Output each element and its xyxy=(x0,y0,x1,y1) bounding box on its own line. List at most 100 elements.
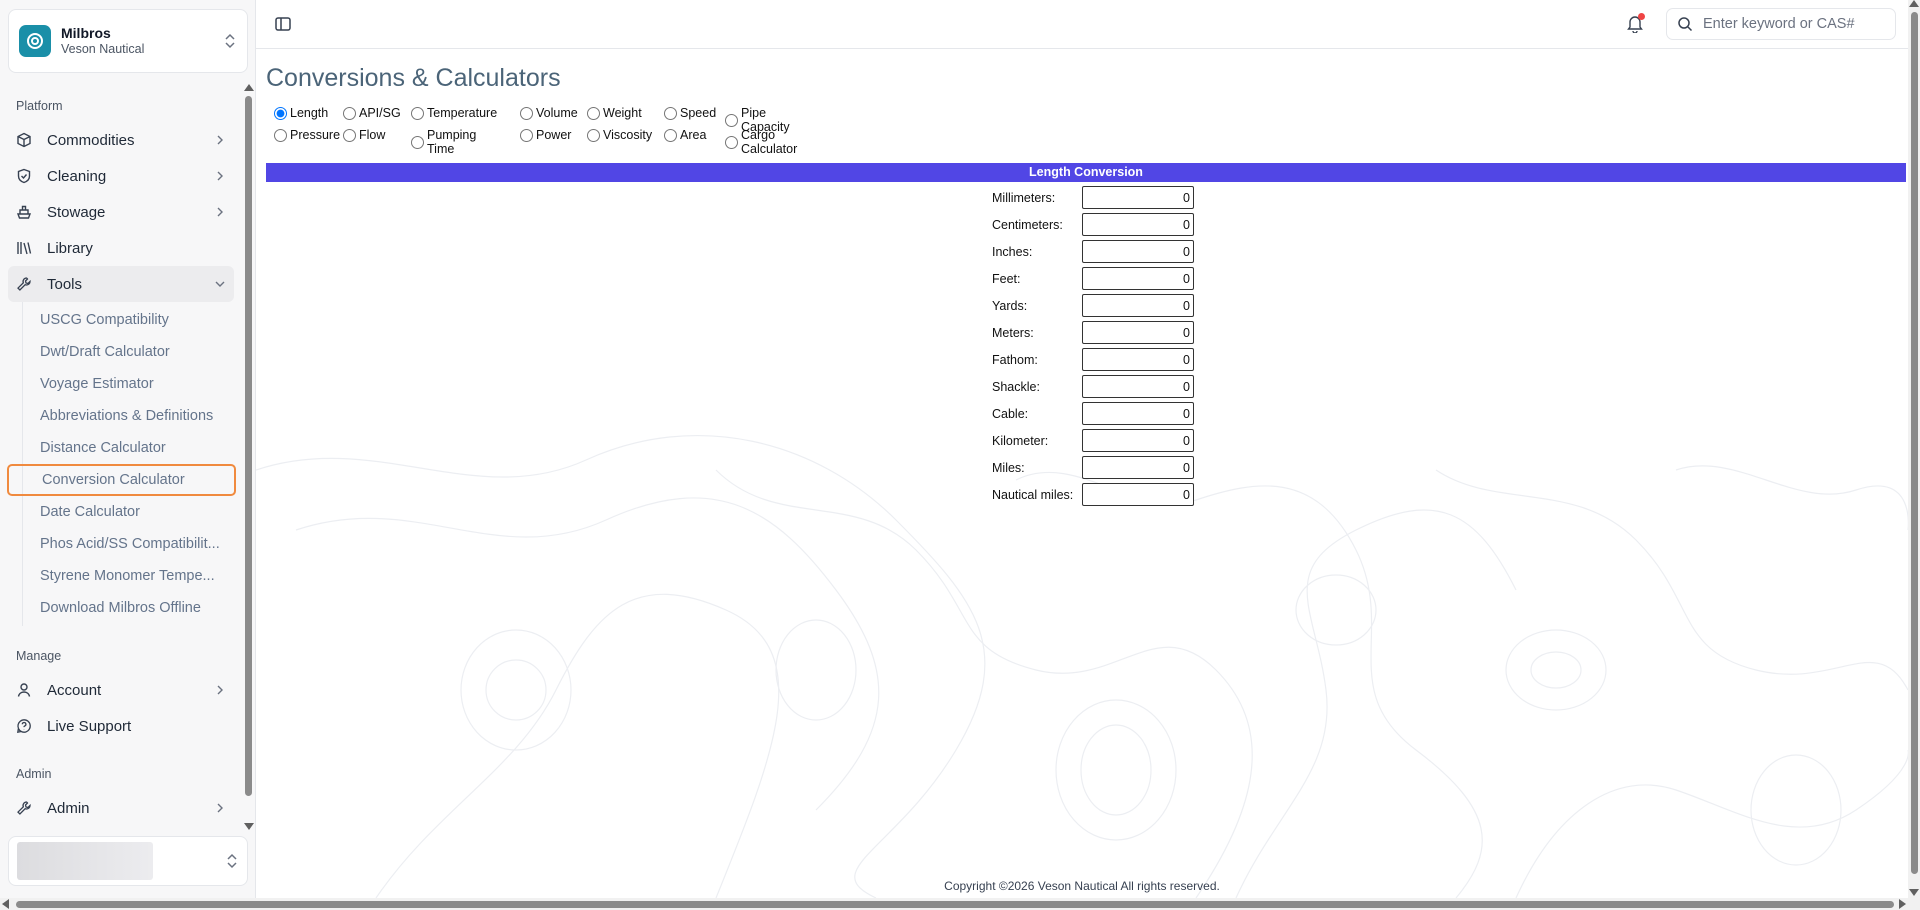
radio-input[interactable] xyxy=(587,106,600,120)
chevron-down-icon xyxy=(215,281,225,287)
radio-input[interactable] xyxy=(274,128,287,142)
cable-input[interactable] xyxy=(1082,402,1194,425)
centimeters-input[interactable] xyxy=(1082,213,1194,236)
radio-input[interactable] xyxy=(725,135,738,149)
sidebar-item-stowage[interactable]: Stowage xyxy=(8,194,234,230)
conversion-row-meters: Meters: xyxy=(992,319,1194,346)
sidebar: Milbros Veson Nautical Platform Commodit… xyxy=(0,0,256,898)
feet-input[interactable] xyxy=(1082,267,1194,290)
radio-length[interactable]: Length xyxy=(274,106,328,120)
user-menu[interactable] xyxy=(8,836,248,886)
submenu-item-uscg-compatibility[interactable]: USCG Compatibility xyxy=(23,304,232,336)
radio-power[interactable]: Power xyxy=(520,128,571,142)
submenu-item-download-offline[interactable]: Download Milbros Offline xyxy=(23,592,232,624)
submenu-item-phos-acid[interactable]: Phos Acid/SS Compatibilit... xyxy=(23,528,232,560)
sidebar-item-cleaning[interactable]: Cleaning xyxy=(8,158,234,194)
conversion-row-centimeters: Centimeters: xyxy=(992,211,1194,238)
radio-label: Flow xyxy=(359,128,386,142)
sidebar-item-label: Cleaning xyxy=(47,167,107,185)
scroll-down-arrow-icon[interactable] xyxy=(1909,889,1919,896)
chevron-right-icon xyxy=(217,135,223,145)
radio-viscosity[interactable]: Viscosity xyxy=(587,128,652,142)
sidebar-item-label: Account xyxy=(47,681,102,699)
radio-label: Volume xyxy=(536,106,578,120)
submenu-item-abbreviations[interactable]: Abbreviations & Definitions xyxy=(23,400,232,432)
millimeters-input[interactable] xyxy=(1082,186,1194,209)
radio-volume[interactable]: Volume xyxy=(520,106,578,120)
org-switcher[interactable]: Milbros Veson Nautical xyxy=(8,9,248,73)
radio-input[interactable] xyxy=(343,106,356,120)
shield-icon xyxy=(17,168,31,184)
sidebar-item-tools[interactable]: Tools xyxy=(8,266,234,302)
sidebar-item-account[interactable]: Account xyxy=(8,672,234,708)
page-vertical-scrollbar[interactable] xyxy=(1908,0,1920,898)
radio-pumping-time[interactable]: Pumping Time xyxy=(411,128,476,156)
radio-api-sg[interactable]: API/SG xyxy=(343,106,401,120)
nautical-miles-input[interactable] xyxy=(1082,483,1194,506)
radio-weight[interactable]: Weight xyxy=(587,106,642,120)
chevrons-up-down-icon xyxy=(227,853,237,869)
submenu-item-conversion-calculator[interactable]: Conversion Calculator xyxy=(7,464,236,496)
brand-name: Milbros xyxy=(61,25,111,41)
field-label: Shackle: xyxy=(992,379,1040,394)
scroll-down-arrow-icon[interactable] xyxy=(244,823,254,830)
sidebar-scrollbar-thumb[interactable] xyxy=(245,96,252,796)
scroll-right-arrow-icon[interactable] xyxy=(1899,899,1906,909)
radio-input[interactable] xyxy=(520,106,533,120)
scroll-up-arrow-icon[interactable] xyxy=(1909,0,1919,7)
wrench-icon xyxy=(17,801,31,815)
sidebar-item-admin[interactable]: Admin xyxy=(8,790,234,820)
radio-input[interactable] xyxy=(587,128,600,142)
conversion-row-feet: Feet: xyxy=(992,265,1194,292)
radio-input[interactable] xyxy=(520,128,533,142)
radio-cargo-calculator[interactable]: Cargo Calculator xyxy=(725,128,797,156)
submenu-item-styrene-monomer[interactable]: Styrene Monomer Tempe... xyxy=(23,560,232,592)
sidebar-item-commodities[interactable]: Commodities xyxy=(8,122,234,158)
page-horizontal-scrollbar-thumb[interactable] xyxy=(16,901,1894,908)
meters-input[interactable] xyxy=(1082,321,1194,344)
field-label: Centimeters: xyxy=(992,217,1063,232)
page-horizontal-scrollbar[interactable] xyxy=(0,898,1920,910)
radio-input[interactable] xyxy=(664,128,677,142)
radio-input[interactable] xyxy=(664,106,677,120)
scroll-left-arrow-icon[interactable] xyxy=(2,899,9,909)
submenu-item-dwt-draft-calculator[interactable]: Dwt/Draft Calculator xyxy=(23,336,232,368)
radio-area[interactable]: Area xyxy=(664,128,706,142)
kilometer-input[interactable] xyxy=(1082,429,1194,452)
inches-input[interactable] xyxy=(1082,240,1194,263)
search-input[interactable] xyxy=(1703,16,1873,32)
search-icon xyxy=(1678,17,1693,32)
radio-input[interactable] xyxy=(411,106,424,120)
brand-org: Veson Nautical xyxy=(61,42,145,56)
submenu-item-voyage-estimator[interactable]: Voyage Estimator xyxy=(23,368,232,400)
conversion-row-shackle: Shackle: xyxy=(992,373,1194,400)
sidebar-item-library[interactable]: Library xyxy=(8,230,234,266)
sidebar-item-live-support[interactable]: Live Support xyxy=(8,708,234,744)
radio-input[interactable] xyxy=(274,106,287,120)
radio-input[interactable] xyxy=(725,113,738,127)
conversion-row-fathom: Fathom: xyxy=(992,346,1194,373)
search-box[interactable] xyxy=(1666,8,1896,40)
field-label: Cable: xyxy=(992,406,1029,421)
radio-speed[interactable]: Speed xyxy=(664,106,716,120)
radio-label: Weight xyxy=(603,106,642,120)
radio-flow[interactable]: Flow xyxy=(343,128,385,142)
radio-pressure[interactable]: Pressure xyxy=(274,128,340,142)
field-label: Feet: xyxy=(992,271,1021,286)
shackle-input[interactable] xyxy=(1082,375,1194,398)
radio-temperature[interactable]: Temperature xyxy=(411,106,497,120)
fathom-input[interactable] xyxy=(1082,348,1194,371)
submenu-item-date-calculator[interactable]: Date Calculator xyxy=(23,496,232,528)
miles-input[interactable] xyxy=(1082,456,1194,479)
user-icon xyxy=(17,683,31,697)
radio-label: Area xyxy=(680,128,707,142)
sidebar-scrollbar[interactable] xyxy=(243,84,254,830)
chevron-right-icon xyxy=(217,803,223,813)
page-vertical-scrollbar-thumb[interactable] xyxy=(1911,12,1918,874)
sidebar-toggle-icon[interactable] xyxy=(274,15,292,33)
submenu-item-distance-calculator[interactable]: Distance Calculator xyxy=(23,432,232,464)
yards-input[interactable] xyxy=(1082,294,1194,317)
radio-input[interactable] xyxy=(411,135,424,149)
radio-input[interactable] xyxy=(343,128,356,142)
scroll-up-arrow-icon[interactable] xyxy=(244,84,254,91)
